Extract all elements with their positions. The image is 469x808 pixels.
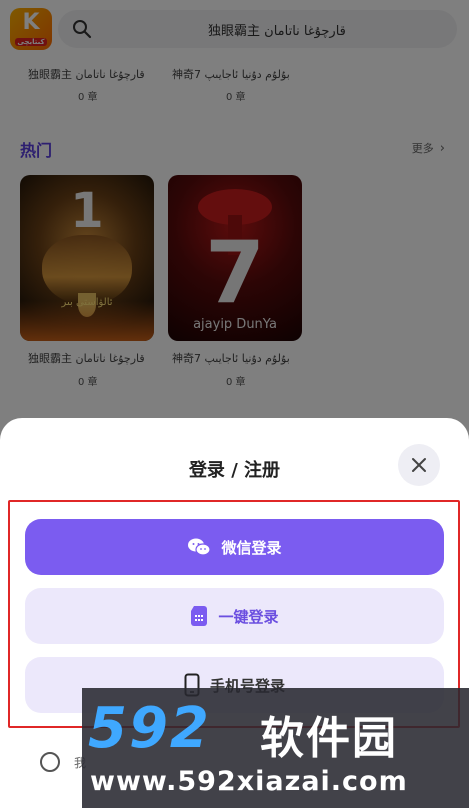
close-button[interactable] [398,444,440,486]
agree-radio[interactable] [40,752,60,772]
watermark: 592 软件园 www.592xiazai.com [82,688,469,808]
watermark-number: 592 [88,696,211,761]
watermark-url: www.592xiazai.com [90,766,408,797]
watermark-name: 软件园 [260,713,398,764]
close-icon [412,458,426,472]
